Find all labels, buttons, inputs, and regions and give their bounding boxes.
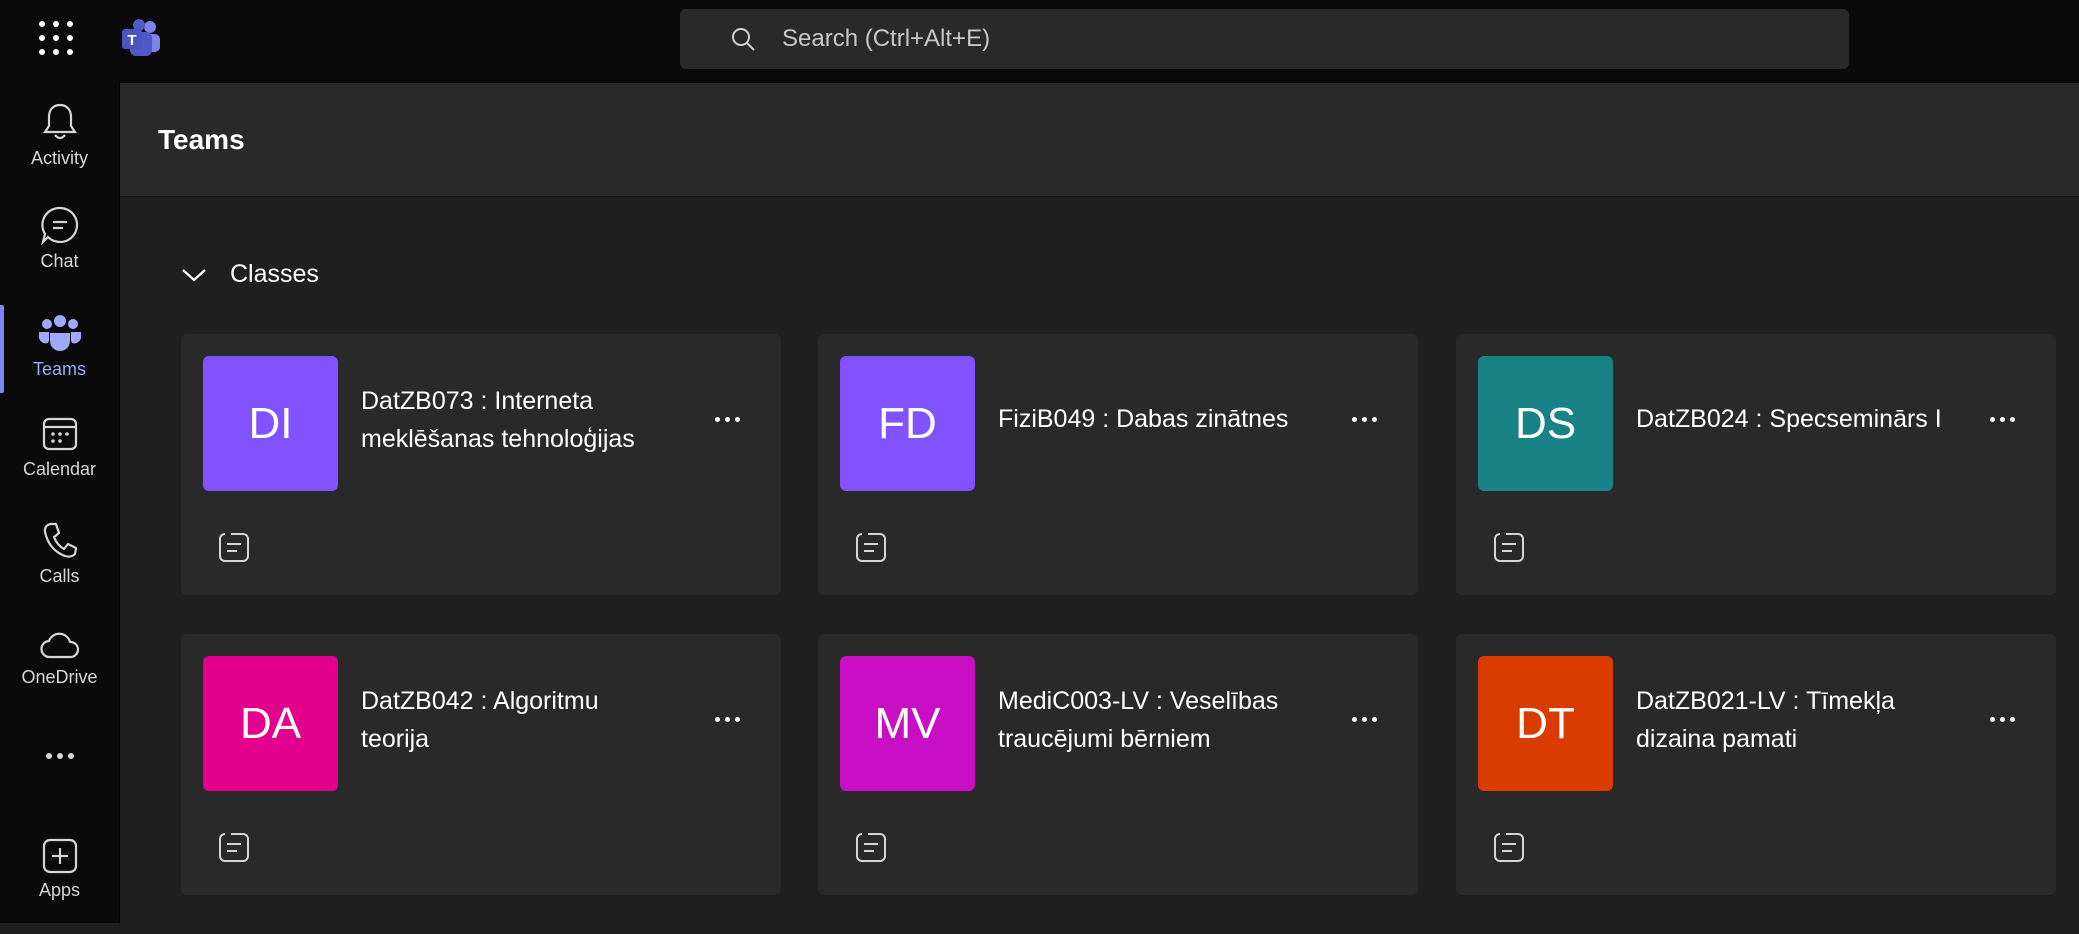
search-box[interactable]	[680, 9, 1849, 69]
more-options-button[interactable]	[1344, 704, 1384, 734]
classes-section-toggle[interactable]: Classes	[180, 260, 319, 289]
team-name: DatZB024 : Specseminārs I	[1636, 405, 1942, 433]
section-title: Classes	[230, 260, 319, 288]
team-name: MediC003-LV : Veselības traucējumi bērni…	[998, 687, 1279, 753]
team-avatar-tile: DI	[203, 356, 338, 491]
rail-item-calls[interactable]: Calls	[0, 520, 119, 616]
team-name: DatZB042 : Algoritmu teorija	[361, 687, 599, 753]
rail-label-apps: Apps	[38, 880, 81, 900]
chat-icon	[40, 206, 78, 245]
team-card[interactable]: DS DatZB024 : Specseminārs I	[1456, 334, 2056, 595]
team-name: DatZB073 : Interneta meklēšanas tehnoloģ…	[361, 387, 635, 453]
page-title: Teams	[158, 124, 245, 155]
more-options-button[interactable]	[1344, 404, 1384, 434]
app-launcher-icon[interactable]	[38, 20, 74, 56]
team-name: DatZB021-LV : Tīmekļa dizaina pamati	[1636, 687, 1895, 753]
rail-label-teams: Teams	[32, 359, 86, 379]
assignments-icon[interactable]	[217, 830, 251, 864]
rail-item-apps[interactable]: Apps	[0, 838, 119, 934]
rail-more-button[interactable]	[0, 751, 119, 781]
more-options-button[interactable]	[1982, 404, 2022, 434]
team-card[interactable]: FD FiziB049 : Dabas zinātnes	[818, 334, 1418, 595]
assignments-icon[interactable]	[217, 530, 251, 564]
team-card[interactable]: DT DatZB021-LV : Tīmekļa dizaina pamati	[1456, 634, 2056, 895]
rail-item-calendar[interactable]: Calendar	[0, 415, 119, 511]
team-card[interactable]: MV MediC003-LV : Veselības traucējumi bēr…	[818, 634, 1418, 895]
assignments-icon[interactable]	[854, 830, 888, 864]
team-avatar-tile: DT	[1478, 656, 1613, 791]
cloud-icon	[39, 632, 79, 659]
team-card[interactable]: DA DatZB042 : Algoritmu teorija	[181, 634, 781, 895]
team-avatar-tile: DA	[203, 656, 338, 791]
rail-label-onedrive: OneDrive	[21, 667, 98, 687]
rail-label-activity: Activity	[30, 148, 88, 168]
teams-icon	[38, 315, 81, 351]
rail-item-onedrive[interactable]: OneDrive	[0, 631, 119, 727]
teams-logo-icon: T	[122, 19, 160, 56]
calendar-icon	[42, 417, 77, 451]
search-icon	[732, 28, 755, 51]
rail-item-activity[interactable]: Activity	[0, 100, 119, 196]
team-avatar-tile: MV	[840, 656, 975, 791]
rail-label-chat: Chat	[40, 251, 79, 271]
rail-item-teams[interactable]: Teams	[0, 305, 119, 401]
rail-label-calendar: Calendar	[22, 459, 97, 479]
assignments-icon[interactable]	[1492, 530, 1526, 564]
team-name: FiziB049 : Dabas zinātnes	[998, 405, 1289, 433]
app-rail: Activity Chat Teams Calendar Calls OneDr…	[0, 83, 120, 923]
more-options-button[interactable]	[1982, 704, 2022, 734]
assignments-icon[interactable]	[854, 530, 888, 564]
bell-icon	[42, 103, 77, 140]
chevron-down-icon	[182, 268, 206, 281]
more-icon	[45, 753, 74, 759]
more-options-button[interactable]	[707, 704, 747, 734]
page-header: Teams	[120, 83, 2079, 197]
rail-item-chat[interactable]: Chat	[0, 205, 119, 301]
team-avatar-tile: DS	[1478, 356, 1613, 491]
team-avatar-tile: FD	[840, 356, 975, 491]
svg-text:T: T	[127, 32, 136, 49]
rail-label-calls: Calls	[39, 566, 80, 586]
team-card[interactable]: DI DatZB073 : Interneta meklēšanas tehnol…	[181, 334, 781, 595]
phone-icon	[43, 522, 77, 558]
add-apps-icon	[42, 838, 77, 874]
search-input[interactable]	[780, 24, 1684, 54]
top-bar: T	[0, 0, 2079, 83]
assignments-icon[interactable]	[1492, 830, 1526, 864]
more-options-button[interactable]	[707, 404, 747, 434]
